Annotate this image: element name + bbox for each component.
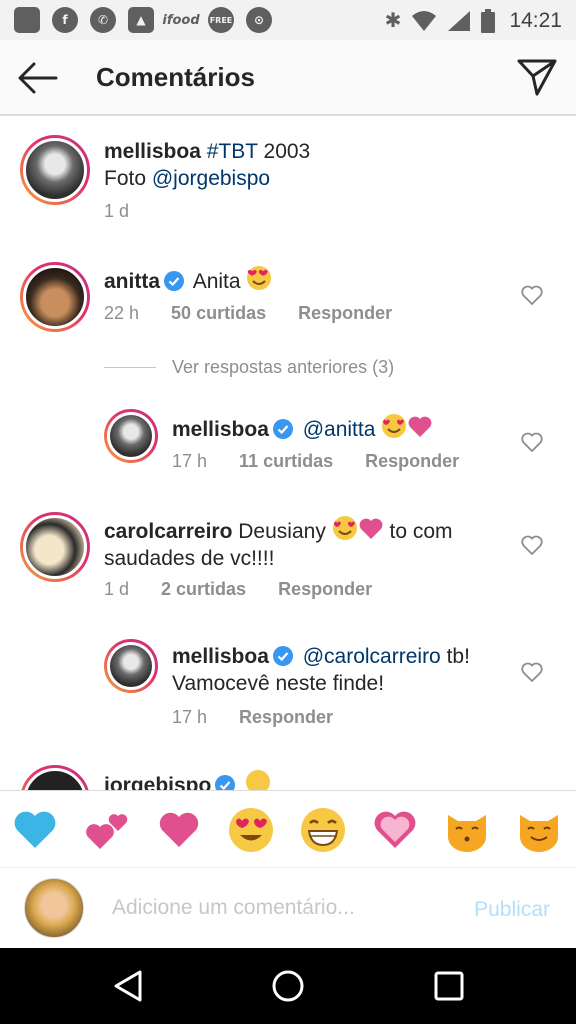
- battery-icon: [481, 8, 496, 33]
- sparkling-heart-icon: [374, 811, 416, 848]
- whatsapp-icon: ✆: [90, 7, 116, 33]
- timestamp: 1 d: [104, 201, 130, 221]
- username[interactable]: anitta: [104, 270, 160, 293]
- avatar[interactable]: [104, 639, 158, 693]
- comment-text: mellisboa @carolcarreiro tb! Vamocevê ne…: [172, 645, 470, 695]
- reply-button[interactable]: Responder: [365, 451, 459, 472]
- like-heart-icon[interactable]: [521, 535, 543, 555]
- comment-text: mellisboa @anitta: [172, 413, 433, 443]
- nav-recents-icon[interactable]: [428, 968, 468, 1004]
- mention-link[interactable]: @carolcarreiro: [303, 645, 441, 668]
- mention-link[interactable]: @anitta: [303, 418, 376, 441]
- message-icon: [14, 7, 40, 33]
- username[interactable]: carolcarreiro: [104, 520, 232, 543]
- clock: 14:21: [509, 8, 562, 32]
- grinning-icon: [301, 808, 345, 852]
- bluetooth-icon: ✱: [384, 10, 402, 32]
- pink-heart-emoji-button[interactable]: [156, 807, 202, 853]
- likes-count[interactable]: 2 curtidas: [161, 579, 246, 600]
- comment-text: carolcarreiro Deusiany to com saudades d…: [104, 515, 453, 572]
- nav-home-icon[interactable]: [268, 968, 308, 1004]
- replies-divider: [104, 367, 156, 368]
- like-heart-icon[interactable]: [521, 285, 543, 305]
- comment-input-row: Publicar: [0, 868, 576, 948]
- comment-text: anitta Anita: [104, 265, 272, 295]
- heart-eyes-icon: [229, 808, 273, 852]
- view-previous-replies[interactable]: Ver respostas anteriores (3): [172, 357, 394, 378]
- ifood-icon: ifood: [162, 12, 200, 28]
- pink-heart-icon: [159, 812, 199, 847]
- avatar[interactable]: [104, 409, 158, 463]
- current-user-avatar: [24, 878, 84, 938]
- facebook-icon: f: [52, 7, 78, 33]
- verified-badge-icon: [272, 419, 293, 439]
- signal-icon: [448, 10, 471, 31]
- heart-eyes-emoji-icon: [247, 266, 272, 290]
- pink-heart-emoji-icon: [408, 416, 432, 437]
- heart-eyes-emoji-button[interactable]: [228, 807, 274, 853]
- timestamp: 22 h: [104, 303, 140, 323]
- verified-badge-icon: [272, 646, 293, 666]
- page-title: Comentários: [96, 62, 255, 92]
- avatar[interactable]: [20, 512, 90, 582]
- two-hearts-emoji-button[interactable]: [84, 807, 130, 853]
- comment-meta: 17 h 11 curtidas Responder: [172, 451, 491, 472]
- avatar[interactable]: [20, 262, 90, 332]
- free-icon: FREE: [208, 7, 234, 33]
- status-bar: f ✆ ▲ ifood FREE ⊙ ✱ 14:21: [0, 0, 576, 40]
- two-hearts-icon: [86, 814, 128, 849]
- avatar[interactable]: [20, 135, 90, 205]
- verified-badge-icon: [164, 271, 185, 291]
- header: Comentários: [0, 40, 576, 116]
- image-icon: ▲: [128, 7, 154, 33]
- wifi-icon: [412, 10, 437, 31]
- caption-meta: 1 d: [104, 201, 161, 222]
- smiling-cat-icon: [520, 815, 558, 852]
- heart-eyes-emoji-icon: [382, 414, 407, 438]
- timestamp: 17 h: [172, 707, 208, 727]
- smiling-cat-emoji-button[interactable]: [516, 807, 562, 853]
- publish-button[interactable]: Publicar: [474, 898, 550, 922]
- likes-count[interactable]: 11 curtidas: [239, 451, 333, 472]
- nav-back-icon[interactable]: [108, 968, 148, 1004]
- sparkling-heart-emoji-button[interactable]: [372, 807, 418, 853]
- username[interactable]: mellisboa: [172, 645, 269, 668]
- like-heart-icon[interactable]: [521, 432, 543, 452]
- reply-button[interactable]: Responder: [278, 579, 372, 600]
- blue-heart-emoji-button[interactable]: [12, 807, 58, 853]
- direct-send-icon[interactable]: [516, 56, 558, 98]
- hashtag-link[interactable]: #TBT: [207, 140, 258, 163]
- reply-button[interactable]: Responder: [239, 707, 333, 728]
- kissing-cat-emoji-button[interactable]: [444, 807, 490, 853]
- username[interactable]: mellisboa: [104, 140, 201, 163]
- likes-count[interactable]: 50 curtidas: [171, 303, 266, 324]
- timestamp: 17 h: [172, 451, 208, 471]
- caption-text: mellisboa #TBT 2003 Foto @jorgebispo: [104, 140, 311, 190]
- comment-meta: 22 h 50 curtidas Responder: [104, 303, 424, 324]
- username[interactable]: mellisboa: [172, 418, 269, 441]
- emoji-quick-bar: [0, 790, 576, 868]
- search-app-icon: ⊙: [246, 7, 272, 33]
- comment-input[interactable]: [112, 890, 442, 926]
- android-nav-bar: [0, 948, 576, 1024]
- reply-button[interactable]: Responder: [298, 303, 392, 324]
- timestamp: 1 d: [104, 579, 130, 599]
- mention-link[interactable]: @jorgebispo: [152, 167, 270, 190]
- comment-meta: 17 h Responder: [172, 707, 365, 728]
- like-heart-icon[interactable]: [521, 662, 543, 682]
- grinning-emoji-button[interactable]: [300, 807, 346, 853]
- heart-eyes-emoji-icon: [332, 516, 357, 540]
- comment-meta: 1 d 2 curtidas Responder: [104, 579, 404, 600]
- kissing-cat-icon: [448, 815, 486, 852]
- back-arrow-icon[interactable]: [16, 58, 60, 98]
- pink-heart-emoji-icon: [359, 518, 383, 539]
- blue-heart-icon: [14, 811, 56, 848]
